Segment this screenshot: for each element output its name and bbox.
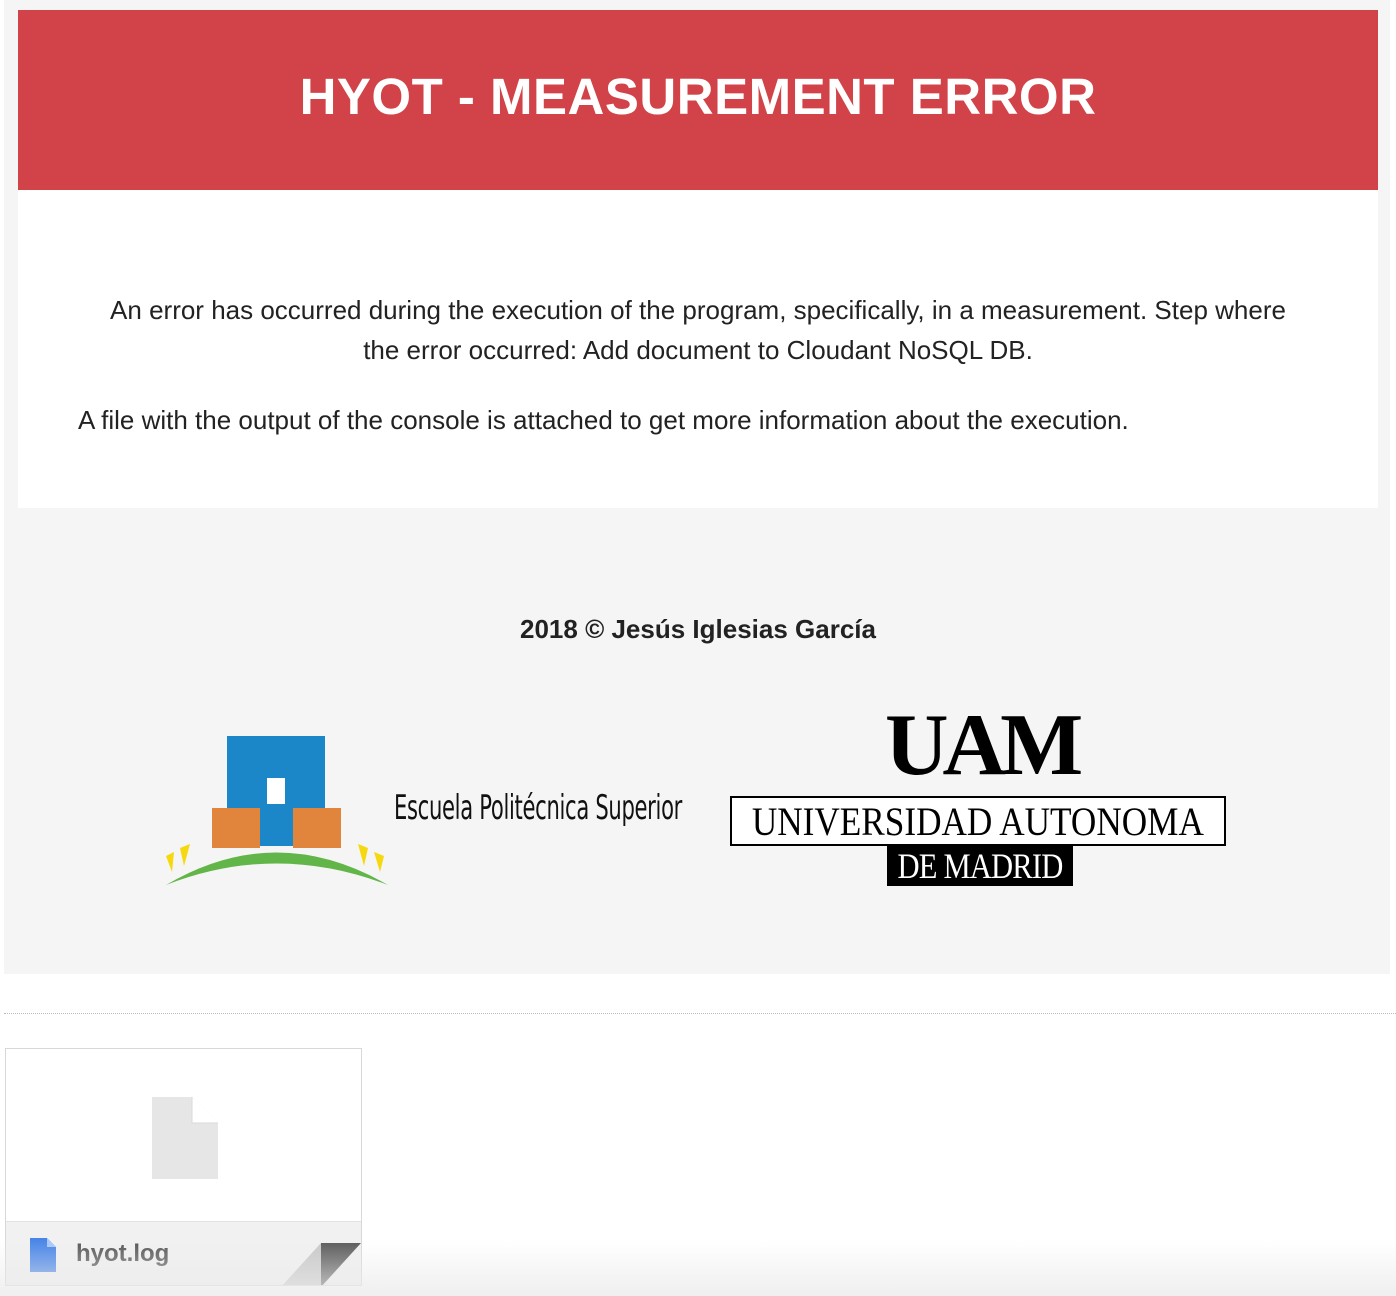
file-preview-icon — [152, 1097, 218, 1179]
attachment-card[interactable]: hyot.log — [5, 1048, 362, 1286]
uam-logo-university-box: UNIVERSIDAD AUTONOMA — [730, 796, 1226, 846]
eps-building-icon — [166, 736, 388, 885]
attachments-separator — [4, 1013, 1396, 1014]
eps-logo-text: Escuela Politécnica Superior — [394, 788, 683, 828]
page-title: HYOT - MEASUREMENT ERROR — [299, 67, 1097, 125]
header-banner: HYOT - MEASUREMENT ERROR — [18, 10, 1378, 190]
attachment-filename[interactable]: hyot.log — [76, 1240, 169, 1268]
uam-logo-city: DE MADRID — [897, 846, 1064, 886]
page-fold-icon — [282, 1243, 361, 1285]
uam-logo-university: UNIVERSIDAD AUTONOMA — [751, 798, 1205, 844]
copyright-notice: 2018 © Jesús Iglesias García — [520, 614, 876, 644]
uam-logo: UAM UNIVERSIDAD AUTONOMA DE MADRID — [730, 702, 1230, 892]
info-message: A file with the output of the console is… — [78, 405, 1129, 435]
uam-logo-letters: UAM — [885, 697, 1083, 794]
attachment-preview[interactable] — [6, 1049, 361, 1221]
error-message: An error has occurred during the executi… — [110, 295, 1286, 365]
eps-logo: Escuela Politécnica Superior — [160, 730, 710, 900]
document-icon — [30, 1238, 56, 1272]
attachment-footer[interactable]: hyot.log — [6, 1221, 361, 1285]
uam-logo-city-box: DE MADRID — [887, 846, 1073, 886]
message-content: An error has occurred during the executi… — [18, 190, 1378, 508]
